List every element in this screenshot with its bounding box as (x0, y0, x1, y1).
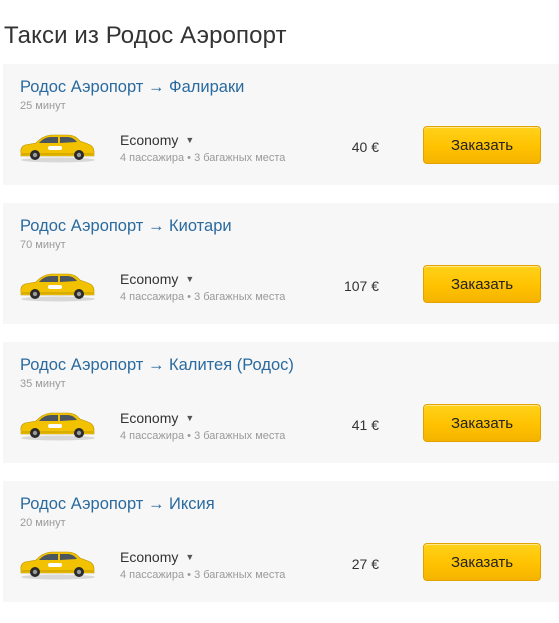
car-class-select[interactable]: Economy ▼ (120, 132, 194, 148)
route-duration: 35 минут (20, 378, 66, 390)
car-class-label: Economy (120, 410, 179, 426)
car-class-select[interactable]: Economy ▼ (120, 549, 194, 565)
taxi-car-icon (20, 551, 95, 580)
taxi-car-icon (20, 412, 95, 441)
route-card: Родос Аэропорт → Киотари 70 минут Econom… (3, 203, 559, 324)
car-capacity: 4 пассажира • 3 багажных места (120, 152, 286, 164)
caret-down-icon: ▼ (185, 413, 195, 423)
route-title[interactable]: Родос Аэропорт → Фалираки (20, 78, 244, 97)
route-price: 107 € (343, 278, 379, 294)
car-class-label: Economy (120, 132, 179, 148)
route-title[interactable]: Родос Аэропорт → Калитея (Родос) (20, 356, 294, 375)
car-capacity: 4 пассажира • 3 багажных места (120, 569, 286, 581)
route-card: Родос Аэропорт → Фалираки 25 минут Econo… (3, 64, 559, 185)
route-title[interactable]: Родос Аэропорт → Иксия (20, 495, 215, 514)
taxi-car-icon (20, 134, 95, 163)
route-duration: 25 минут (20, 100, 66, 112)
car-class-label: Economy (120, 549, 179, 565)
order-button[interactable]: Заказать (423, 126, 541, 164)
page-title: Такси из Родос Аэропорт (4, 22, 287, 50)
taxi-car-icon (20, 273, 95, 302)
caret-down-icon: ▼ (185, 274, 195, 284)
car-capacity: 4 пассажира • 3 багажных места (120, 291, 286, 303)
caret-down-icon: ▼ (185, 135, 195, 145)
route-title[interactable]: Родос Аэропорт → Киотари (20, 217, 232, 236)
route-price: 41 € (351, 417, 379, 433)
route-price: 40 € (351, 139, 379, 155)
route-duration: 70 минут (20, 239, 66, 251)
order-button[interactable]: Заказать (423, 543, 541, 581)
route-card: Родос Аэропорт → Иксия 20 минут Economy ▼… (3, 481, 559, 602)
order-button[interactable]: Заказать (423, 404, 541, 442)
route-card: Родос Аэропорт → Калитея (Родос) 35 мину… (3, 342, 559, 463)
car-class-label: Economy (120, 271, 179, 287)
route-price: 27 € (351, 556, 379, 572)
caret-down-icon: ▼ (185, 552, 195, 562)
car-class-select[interactable]: Economy ▼ (120, 410, 194, 426)
route-duration: 20 минут (20, 517, 66, 529)
car-class-select[interactable]: Economy ▼ (120, 271, 194, 287)
order-button[interactable]: Заказать (423, 265, 541, 303)
car-capacity: 4 пассажира • 3 багажных места (120, 430, 286, 442)
